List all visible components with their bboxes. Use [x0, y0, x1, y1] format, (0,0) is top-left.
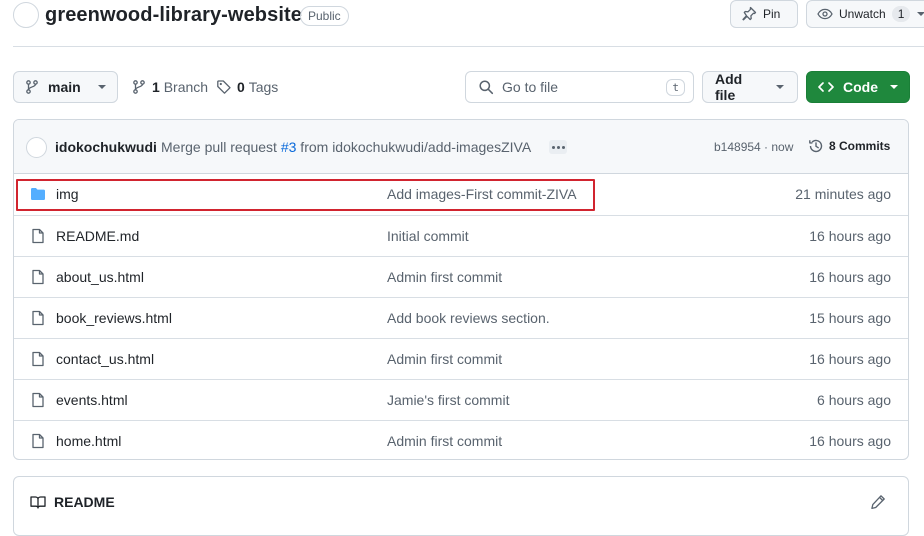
chevron-down-icon	[97, 82, 107, 92]
file-commit-message[interactable]: Admin first commit	[387, 433, 502, 449]
tags-link[interactable]: 0 Tags	[216, 79, 278, 95]
expand-commit-button[interactable]	[549, 140, 567, 154]
file-row[interactable]: img Add images-First commit-ZIVA 21 minute…	[14, 174, 908, 215]
file-commit-message[interactable]: Admin first commit	[387, 351, 502, 367]
code-icon	[817, 79, 835, 95]
file-commit-time: 16 hours ago	[809, 351, 891, 367]
branch-icon	[131, 79, 147, 95]
file-commit-time: 16 hours ago	[809, 269, 891, 285]
file-row[interactable]: README.md Initial commit 16 hours ago	[14, 215, 908, 256]
add-file-button[interactable]: Add file	[702, 71, 798, 103]
unwatch-button[interactable]: Unwatch 1	[806, 0, 924, 28]
keyboard-shortcut-hint: t	[666, 78, 685, 96]
branch-count-label: Branch	[163, 79, 209, 95]
branch-selector[interactable]: main	[13, 71, 118, 103]
file-browser: idokochukwudi Merge pull request #3 from…	[13, 119, 909, 460]
file-commit-time: 6 hours ago	[817, 392, 891, 408]
file-name[interactable]: img	[56, 186, 79, 202]
search-icon	[478, 79, 494, 95]
header-divider	[13, 46, 924, 47]
commit-sha-time[interactable]: b148954 · now	[714, 140, 793, 154]
branch-count-number: 1	[152, 79, 160, 95]
file-name[interactable]: about_us.html	[56, 269, 144, 285]
repo-name[interactable]: greenwood-library-website	[45, 4, 302, 27]
file-commit-message[interactable]: Add images-First commit-ZIVA	[387, 186, 577, 202]
pencil-icon[interactable]	[870, 494, 886, 510]
add-file-label: Add file	[715, 71, 743, 103]
file-name[interactable]: README.md	[56, 228, 139, 244]
pull-request-link[interactable]: #3	[281, 139, 297, 155]
watch-count: 1	[891, 6, 911, 22]
go-to-file-input[interactable]: Go to file t	[465, 71, 694, 103]
code-button[interactable]: Code	[806, 71, 910, 103]
avatar[interactable]	[26, 137, 47, 158]
tag-icon	[216, 79, 232, 95]
repo-owner-avatar[interactable]	[13, 2, 39, 28]
code-label: Code	[843, 79, 878, 95]
commit-message-suffix: from idokochukwudi/add-imagesZIVA	[296, 139, 532, 155]
file-commit-message[interactable]: Admin first commit	[387, 269, 502, 285]
file-commit-time: 16 hours ago	[809, 433, 891, 449]
chevron-down-icon	[916, 9, 924, 19]
readme-panel: README	[13, 476, 909, 536]
branch-icon	[24, 79, 40, 95]
tags-count-number: 0	[237, 79, 245, 95]
file-row[interactable]: book_reviews.html Add book reviews sectio…	[14, 297, 908, 338]
book-icon	[30, 494, 46, 510]
pin-label: Pin	[763, 7, 781, 21]
pin-button[interactable]: Pin	[730, 0, 798, 28]
file-commit-message[interactable]: Add book reviews section.	[387, 310, 550, 326]
file-icon	[30, 228, 46, 244]
commit-author[interactable]: idokochukwudi	[55, 139, 157, 155]
eye-icon	[817, 6, 833, 22]
file-icon	[30, 310, 46, 326]
file-commit-message[interactable]: Jamie's first commit	[387, 392, 509, 408]
file-name[interactable]: book_reviews.html	[56, 310, 172, 326]
chevron-down-icon	[889, 82, 899, 92]
readme-title: README	[54, 494, 115, 510]
file-icon	[30, 351, 46, 367]
branches-link[interactable]: 1 Branch	[131, 79, 208, 95]
commits-history-link[interactable]: 8 Commits	[808, 138, 890, 154]
file-name[interactable]: contact_us.html	[56, 351, 154, 367]
file-name[interactable]: home.html	[56, 433, 121, 449]
file-commit-time: 21 minutes ago	[795, 186, 891, 202]
file-icon	[30, 433, 46, 449]
commit-message-prefix: Merge pull request	[161, 139, 281, 155]
commit-message[interactable]: Merge pull request #3 from idokochukwudi…	[161, 139, 531, 155]
file-row[interactable]: about_us.html Admin first commit 16 hours …	[14, 256, 908, 297]
file-commit-message[interactable]: Initial commit	[387, 228, 469, 244]
unwatch-label: Unwatch	[839, 7, 886, 21]
file-row[interactable]: contact_us.html Admin first commit 16 hour…	[14, 338, 908, 379]
pin-icon	[741, 6, 757, 22]
history-icon	[808, 138, 824, 154]
latest-commit-bar: idokochukwudi Merge pull request #3 from…	[14, 120, 908, 174]
file-icon	[30, 269, 46, 285]
file-icon	[30, 392, 46, 408]
readme-header[interactable]: README	[30, 494, 115, 510]
chevron-down-icon	[775, 82, 785, 92]
file-row[interactable]: events.html Jamie's first commit 6 hours a…	[14, 379, 908, 420]
file-row[interactable]: home.html Admin first commit 16 hours ago	[14, 420, 908, 459]
file-name[interactable]: events.html	[56, 392, 128, 408]
folder-icon	[30, 186, 46, 202]
file-commit-time: 15 hours ago	[809, 310, 891, 326]
file-commit-time: 16 hours ago	[809, 228, 891, 244]
commits-count-label: 8 Commits	[829, 139, 891, 153]
tags-count-label: Tags	[248, 79, 279, 95]
visibility-badge: Public	[300, 6, 349, 26]
go-to-file-placeholder: Go to file	[502, 79, 559, 95]
branch-name: main	[48, 79, 81, 95]
